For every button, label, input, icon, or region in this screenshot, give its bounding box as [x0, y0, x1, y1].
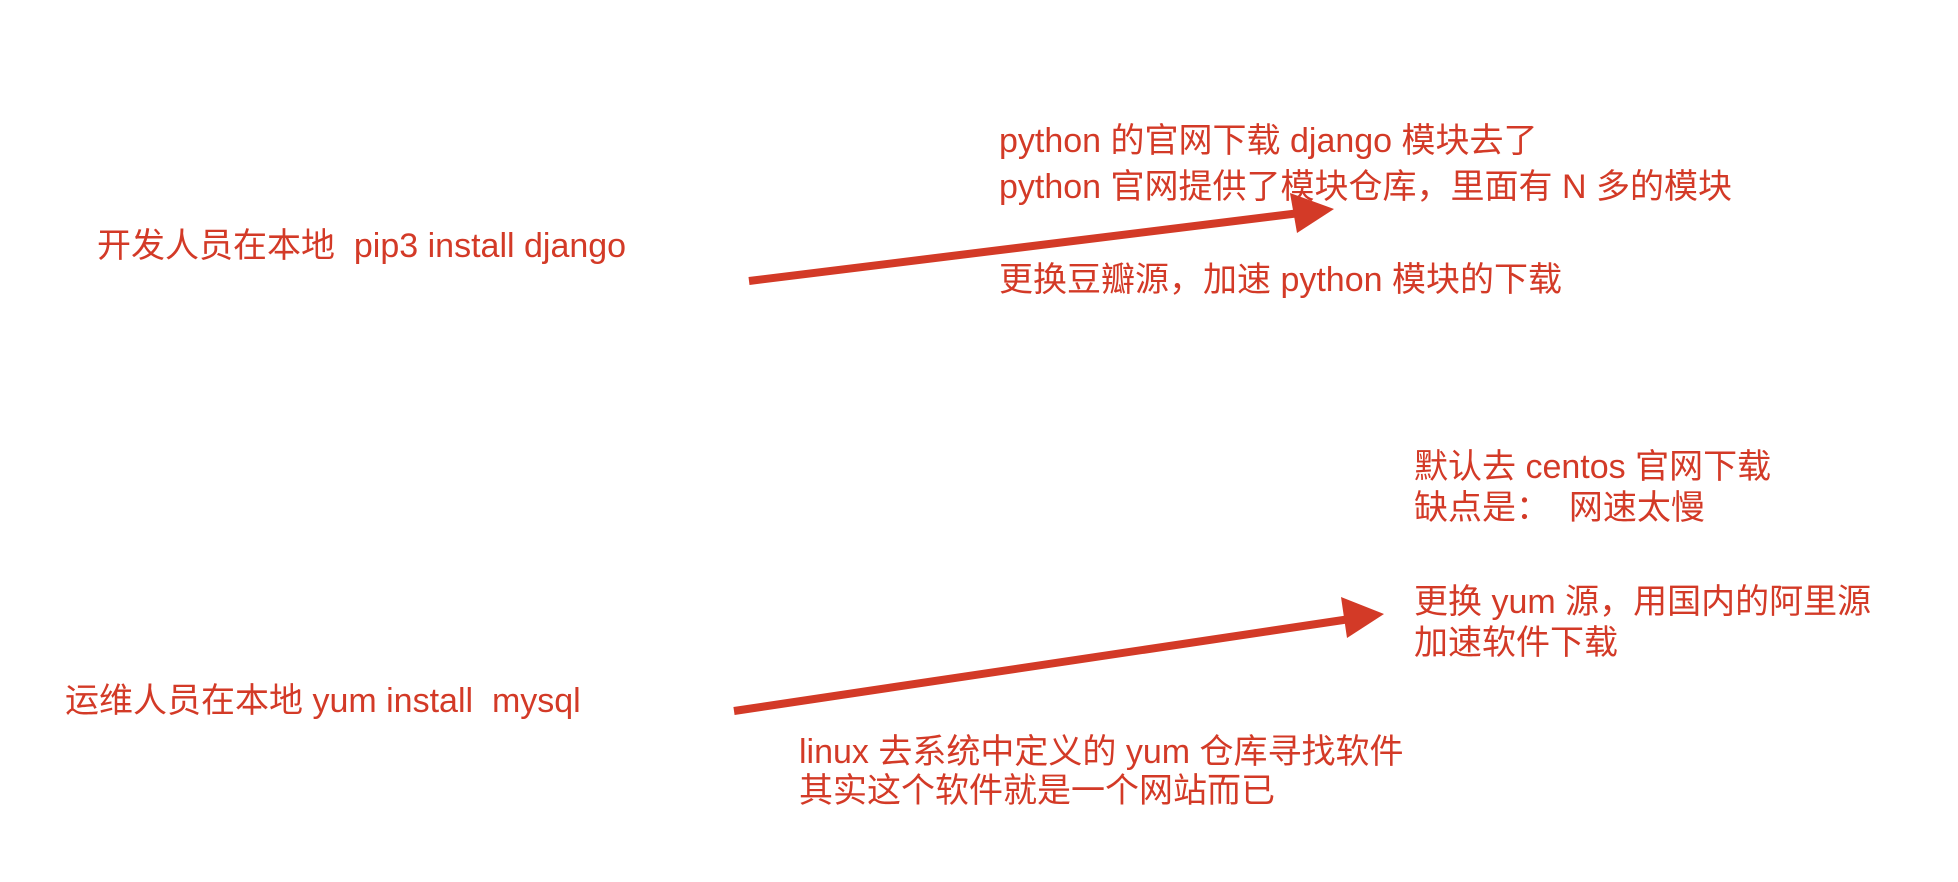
dev-note-line: python 官网提供了模块仓库，里面有 N 多的模块 [999, 168, 1732, 206]
ops-explanation-line: linux 去系统中定义的 yum 仓库寻找软件 [799, 733, 1404, 771]
dev-solution-label: 更换豆瓣源，加速 python 模块的下载 [999, 261, 1562, 299]
ops-solution-line: 加速软件下载 [1414, 624, 1618, 662]
ops-explanation: linux 去系统中定义的 yum 仓库寻找软件 其实这个软件就是一个网站而已 [799, 733, 1404, 811]
ops-source-label: 运维人员在本地 yum install mysql [65, 682, 581, 720]
dev-source-label: 开发人员在本地 pip3 install django [97, 227, 627, 265]
ops-solution: 更换 yum 源，用国内的阿里源 加速软件下载 [1414, 582, 1871, 664]
ops-notes: 默认去 centos 官网下载 缺点是： 网速太慢 [1414, 447, 1771, 529]
arrow-ops-to-yum [733, 597, 1384, 715]
ops-explanation-line: 其实这个软件就是一个网站而已 [799, 772, 1275, 810]
ops-solution-line: 更换 yum 源，用国内的阿里源 [1414, 583, 1872, 621]
diagram-canvas: 开发人员在本地 pip3 install django python 的官网下载… [0, 0, 1958, 882]
dev-notes: python 的官网下载 django 模块去了 python 官网提供了模块仓… [999, 118, 1732, 210]
ops-note-line: 默认去 centos 官网下载 [1414, 448, 1772, 486]
ops-note-line: 缺点是： 网速太慢 [1414, 489, 1705, 527]
dev-note-line: python 的官网下载 django 模块去了 [999, 122, 1538, 160]
